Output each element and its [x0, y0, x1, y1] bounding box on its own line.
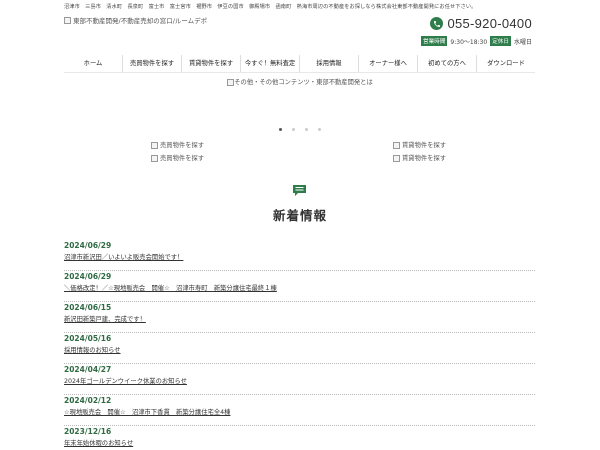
nav-free-appraisal[interactable]: 今すぐ！無料査定 — [240, 55, 299, 72]
news-heading: 新着情報 — [272, 208, 327, 223]
nav-buy-search[interactable]: 売買物件を探す — [122, 55, 181, 72]
news-link[interactable]: 新沢田新築戸建、完成です！ — [64, 313, 535, 326]
logo-alt-text: 東部不動産開発/不動産売却の窓口/ルームデポ — [73, 17, 208, 25]
news-link[interactable]: ＼価格改定！／☆現地販売会 開催☆ 沼津市寿町 新築分譲住宅最終１棟 — [64, 282, 535, 295]
rent-categories: 賃貸物件を探す 賃貸物件を探す — [393, 139, 446, 165]
broken-image-icon — [151, 155, 158, 162]
broken-image-icon — [64, 16, 71, 24]
category-label: 賃貸物件を探す — [402, 142, 447, 149]
hours-value: 9:30～18:30 — [450, 38, 488, 46]
news-item: 2024/06/29 沼津市新沢田／いよいよ販売会開始です！ — [64, 240, 535, 271]
phone-contact[interactable]: 055-920-0400 — [430, 16, 532, 31]
main-banner[interactable]: その他・その他コンテンツ・東部不動産開発とは — [0, 77, 600, 86]
news-item: 2023/12/16 年末年始休暇のお知らせ — [64, 426, 535, 450]
broken-image-icon — [151, 142, 158, 149]
news-link[interactable]: 採用情報のお知らせ — [64, 344, 535, 357]
news-link[interactable]: 年末年始休暇のお知らせ — [64, 437, 535, 450]
news-item: 2024/06/29 ＼価格改定！／☆現地販売会 開催☆ 沼津市寿町 新築分譲住… — [64, 271, 535, 302]
buy-category-link[interactable]: 売買物件を探す — [151, 139, 204, 152]
nav-home[interactable]: ホーム — [64, 55, 122, 72]
news-item: 2024/04/27 2024年ゴールデンウイーク休業のお知らせ — [64, 364, 535, 395]
broken-image-icon — [393, 155, 400, 162]
nav-first-time[interactable]: 初めての方へ — [417, 55, 476, 72]
global-nav: ホーム 売買物件を探す 賃貸物件を探す 今すぐ！無料査定 採用情報 オーナー様へ… — [64, 55, 535, 73]
broken-image-icon — [393, 142, 400, 149]
news-date: 2024/06/29 — [64, 272, 112, 281]
phone-icon — [430, 17, 444, 30]
news-date: 2024/06/15 — [64, 303, 112, 312]
business-hours: 営業時間 9:30～18:30 定休日 水曜日 — [421, 36, 532, 46]
news-date: 2024/06/29 — [64, 241, 112, 250]
slider-dot-2[interactable] — [292, 128, 295, 131]
speech-bubble-icon — [293, 185, 306, 196]
nav-download[interactable]: ダウンロード — [476, 55, 535, 72]
news-link[interactable]: ☆現地販売会 開催☆ 沼津市下香貫 新築分譲住宅全4棟 — [64, 406, 535, 419]
news-date: 2024/04/27 — [64, 365, 112, 374]
banner-alt-text: その他・その他コンテンツ・東部不動産開発とは — [234, 79, 373, 86]
nav-rent-search[interactable]: 賃貸物件を探す — [181, 55, 240, 72]
news-date: 2024/02/12 — [64, 396, 112, 405]
holiday-badge: 定休日 — [490, 36, 511, 46]
site-logo[interactable]: 東部不動産開発/不動産売却の窓口/ルームデポ — [64, 15, 207, 25]
news-item: 2024/05/16 採用情報のお知らせ — [64, 333, 535, 364]
news-list: 2024/06/29 沼津市新沢田／いよいよ販売会開始です！ 2024/06/2… — [64, 240, 535, 450]
slider-dot-3[interactable] — [305, 128, 308, 131]
slider-dot-4[interactable] — [318, 128, 321, 131]
news-link[interactable]: 沼津市新沢田／いよいよ販売会開始です！ — [64, 251, 535, 264]
nav-owners[interactable]: オーナー様へ — [358, 55, 417, 72]
holiday-value: 水曜日 — [513, 38, 532, 46]
news-item: 2024/02/12 ☆現地販売会 開催☆ 沼津市下香貫 新築分譲住宅全4棟 — [64, 395, 535, 426]
nav-recruit[interactable]: 採用情報 — [299, 55, 358, 72]
rent-category-link[interactable]: 賃貸物件を探す — [393, 152, 446, 165]
slider-dots — [0, 128, 600, 131]
category-label: 賃貸物件を探す — [402, 155, 447, 162]
news-item: 2024/06/15 新沢田新築戸建、完成です！ — [64, 302, 535, 333]
phone-number: 055-920-0400 — [447, 16, 532, 31]
slider-dot-1[interactable] — [279, 128, 282, 131]
news-date: 2023/12/16 — [64, 427, 112, 436]
news-date: 2024/05/16 — [64, 334, 112, 343]
hours-badge: 営業時間 — [421, 36, 448, 46]
category-label: 売買物件を探す — [160, 142, 205, 149]
area-description: 沼津市 三島市 清水町 長泉町 富士市 富士宮市 裾野市 伊豆の国市 御殿場市 … — [64, 4, 477, 10]
buy-category-link[interactable]: 売買物件を探す — [151, 152, 204, 165]
category-label: 売買物件を探す — [160, 155, 205, 162]
buy-categories: 売買物件を探す 売買物件を探す — [151, 139, 204, 165]
news-link[interactable]: 2024年ゴールデンウイーク休業のお知らせ — [64, 375, 535, 388]
rent-category-link[interactable]: 賃貸物件を探す — [393, 139, 446, 152]
